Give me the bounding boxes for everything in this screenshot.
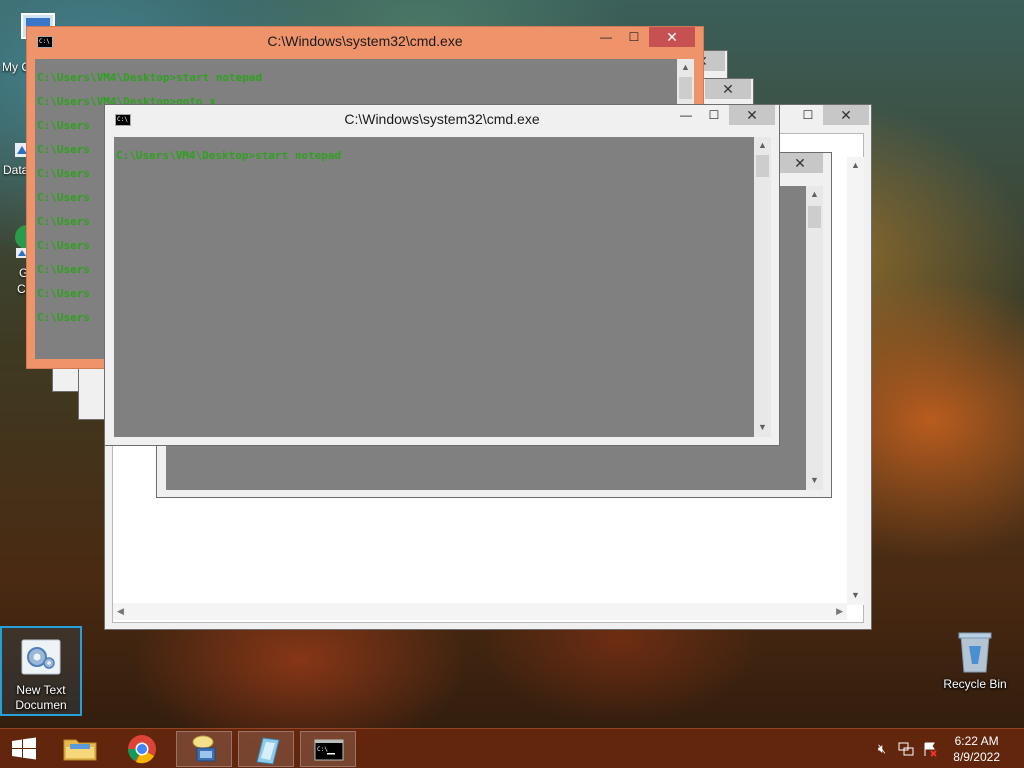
network-icon[interactable]	[898, 741, 914, 757]
notepad-icon	[256, 737, 280, 765]
desktop-icon-recycle-bin[interactable]: Recycle Bin	[935, 630, 1015, 692]
taskbar-remote-desktop[interactable]	[176, 731, 232, 767]
horizontal-scrollbar[interactable]: ◀ ▶	[113, 603, 847, 620]
action-center-icon[interactable]	[922, 741, 938, 757]
desktop-icon-label-line2: Documen	[15, 698, 67, 712]
console-line: C:\Users	[37, 191, 90, 204]
scroll-up-arrow[interactable]: ▲	[754, 137, 771, 154]
start-button[interactable]	[0, 731, 48, 767]
console-line: C:\Users	[37, 119, 90, 132]
windows-logo-icon	[12, 737, 36, 760]
clock-time: 6:22 AM	[954, 734, 999, 748]
close-button[interactable]: ✕	[777, 153, 823, 173]
console-line: C:\Users	[37, 215, 90, 228]
recycle-bin-icon	[954, 630, 996, 673]
taskbar-file-explorer[interactable]	[52, 731, 108, 767]
notepad-settings-icon	[20, 636, 62, 678]
taskbar: C:\ 🔇︎ 6:22 AM 8/9/2022	[0, 728, 1024, 768]
taskbar-chrome[interactable]	[114, 731, 170, 767]
maximize-button[interactable]: ☐	[795, 105, 821, 125]
vertical-scrollbar[interactable]: ▲ ▼	[847, 157, 864, 605]
close-button[interactable]: ✕	[649, 27, 695, 47]
volume-muted-icon[interactable]: 🔇︎	[874, 741, 890, 757]
console-line: C:\Users	[37, 287, 90, 300]
folder-icon	[63, 739, 97, 761]
scroll-down-arrow[interactable]: ▼	[754, 419, 771, 436]
vertical-scrollbar[interactable]: ▲ ▼	[754, 137, 771, 437]
network-user-icon	[192, 735, 216, 762]
console-line: C:\Users	[37, 143, 90, 156]
chrome-icon	[128, 735, 156, 764]
svg-text:C:\: C:\	[317, 746, 328, 753]
title-bar[interactable]: C:\ C:\Windows\system32\cmd.exe — ☐ ✕	[27, 27, 703, 57]
taskbar-notepad[interactable]	[238, 731, 294, 767]
console-line: C:\Users\VM4\Desktop>start notepad	[37, 71, 263, 84]
scroll-up-arrow[interactable]: ▲	[847, 157, 864, 174]
cmd-window-front[interactable]: C:\ C:\Windows\system32\cmd.exe — ☐ ✕ C:…	[104, 104, 780, 446]
scroll-left-arrow[interactable]: ◀	[117, 603, 124, 620]
clock-date: 8/9/2022	[953, 750, 1000, 764]
desktop-icon-label-line1: New Text	[16, 683, 66, 697]
console-line: C:\Users	[37, 311, 90, 324]
console-line: C:\Users	[37, 167, 90, 180]
scroll-right-arrow[interactable]: ▶	[836, 603, 843, 620]
close-button[interactable]: ✕	[823, 105, 869, 125]
console-line: C:\Users	[37, 239, 90, 252]
scroll-up-arrow[interactable]: ▲	[677, 59, 694, 76]
maximize-button[interactable]: ☐	[621, 27, 647, 47]
maximize-button[interactable]: ☐	[701, 105, 727, 125]
title-bar[interactable]: C:\ C:\Windows\system32\cmd.exe — ☐ ✕	[105, 105, 779, 135]
console-line: C:\Users	[37, 263, 90, 276]
minimize-button[interactable]: —	[673, 105, 699, 125]
desktop-icon-label: Recycle Bin	[943, 677, 1007, 691]
console-line: C:\Users\VM4\Desktop>start notepad	[116, 149, 342, 162]
google-chrome-label-2: C	[17, 282, 26, 296]
scroll-down-arrow[interactable]: ▼	[847, 587, 864, 604]
close-button[interactable]: ✕	[729, 105, 775, 125]
minimize-button[interactable]: —	[593, 27, 619, 47]
cmd-icon: C:\	[314, 739, 344, 761]
system-clock[interactable]: 6:22 AM 8/9/2022	[953, 733, 1000, 765]
desktop-icon-new-text-document[interactable]: New Text Documen	[0, 626, 82, 716]
scroll-up-arrow[interactable]: ▲	[806, 186, 823, 203]
console-area[interactable]: C:\Users\VM4\Desktop>start notepad	[114, 137, 754, 437]
scroll-down-arrow[interactable]: ▼	[806, 472, 823, 489]
close-button[interactable]: ✕	[705, 79, 751, 99]
database-label: Data	[3, 163, 29, 177]
taskbar-command-prompt[interactable]: C:\	[300, 731, 356, 767]
vertical-scrollbar[interactable]: ▲ ▼	[806, 186, 823, 490]
